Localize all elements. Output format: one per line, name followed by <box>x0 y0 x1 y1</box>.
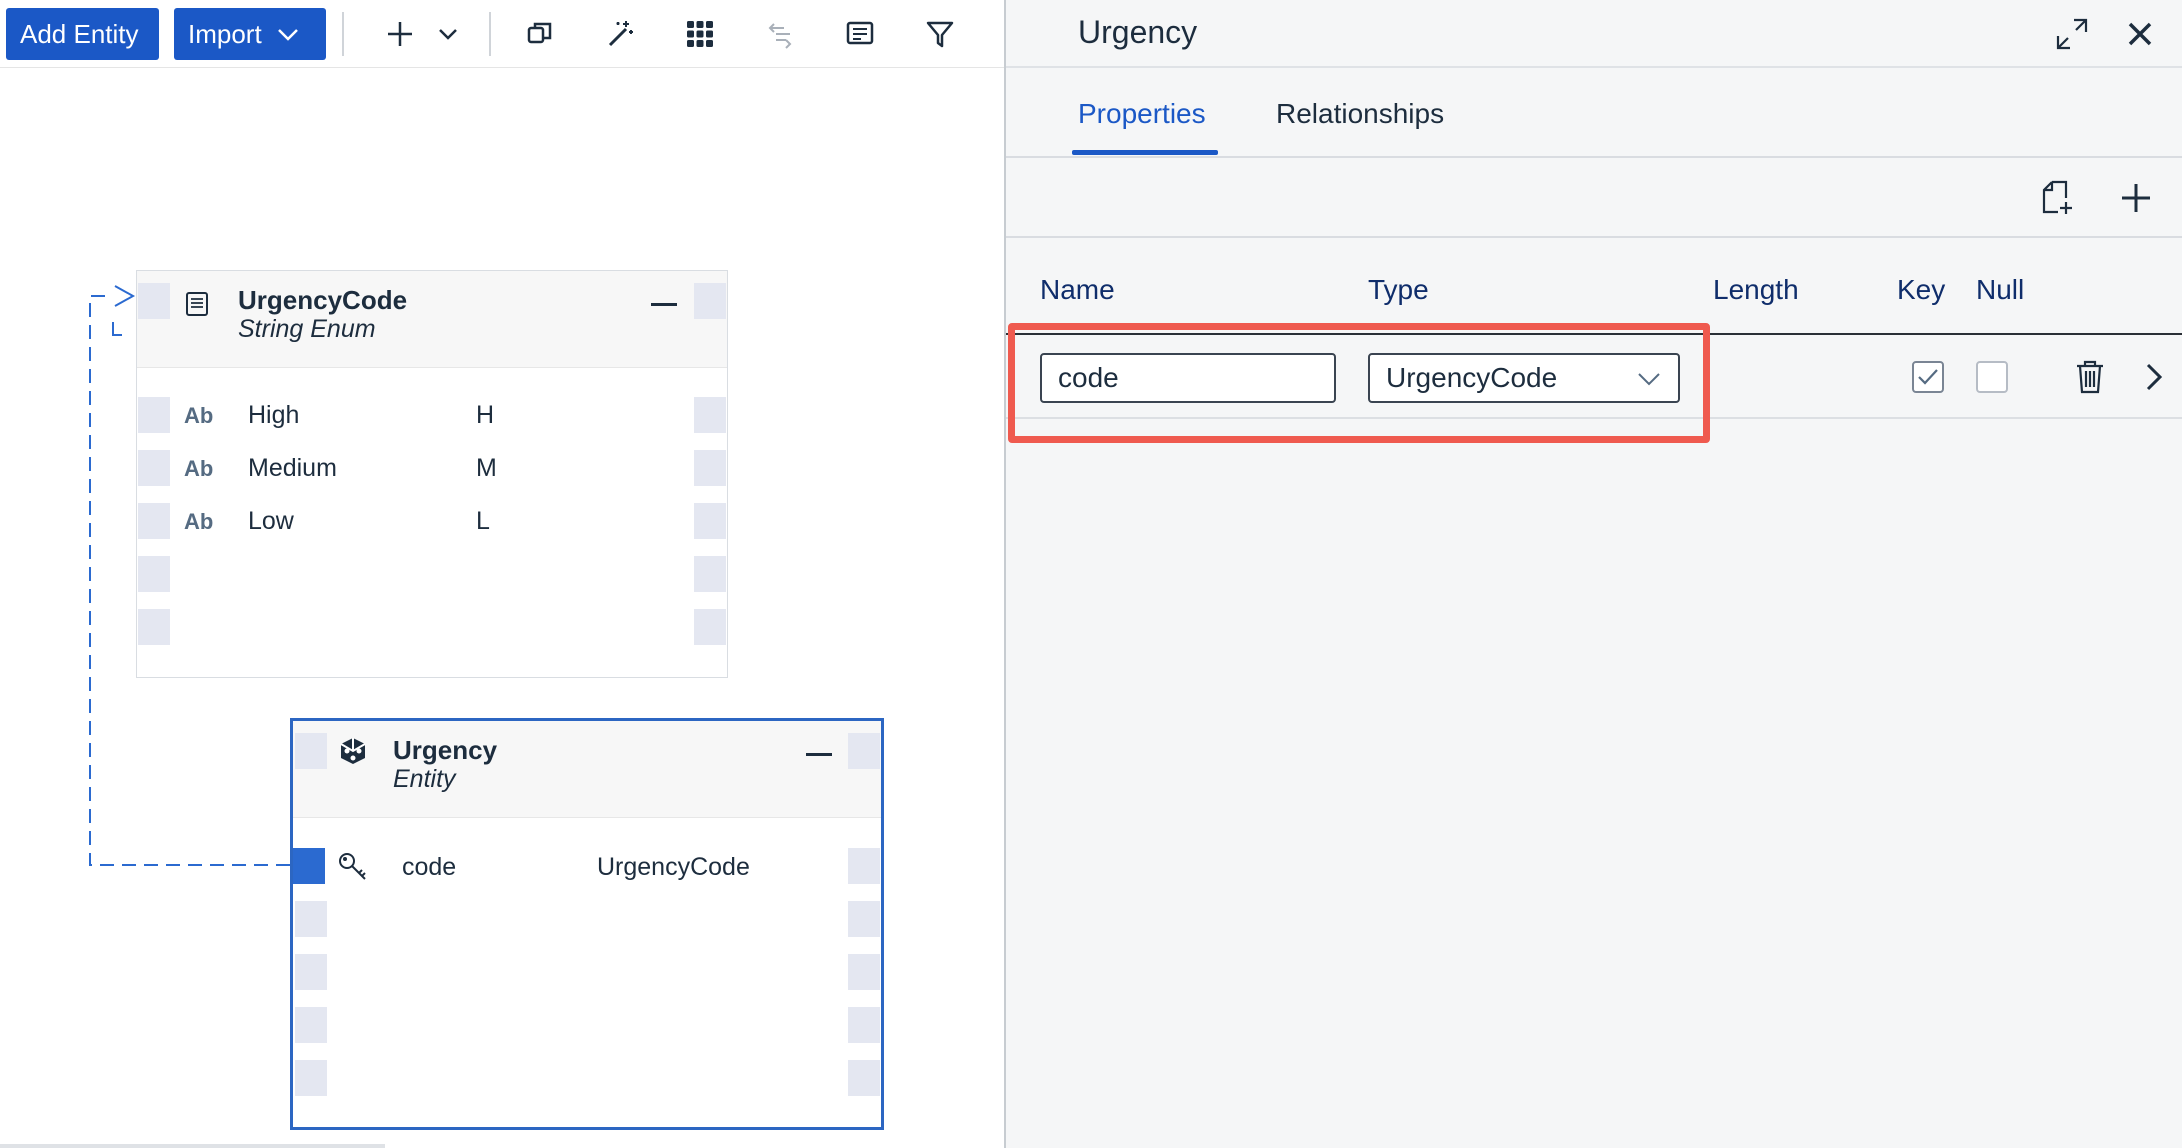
enum-member-value: L <box>476 507 490 535</box>
node-subtitle: String Enum <box>238 315 376 343</box>
enum-list-icon <box>184 291 210 317</box>
port[interactable] <box>848 901 880 937</box>
port[interactable] <box>138 450 170 486</box>
port[interactable] <box>848 1007 880 1043</box>
add-file-icon[interactable] <box>2040 178 2076 218</box>
entity-cube-icon <box>337 735 369 767</box>
port[interactable] <box>694 609 726 645</box>
node-subtitle: Entity <box>393 765 456 793</box>
node-title: Urgency <box>393 735 498 765</box>
column-header-null: Null <box>1976 274 2025 305</box>
port[interactable] <box>694 556 726 592</box>
node-title: UrgencyCode <box>238 285 408 315</box>
port[interactable] <box>138 283 170 319</box>
port[interactable] <box>293 848 325 884</box>
key-checkbox[interactable] <box>1912 361 1944 393</box>
panel-title: Urgency <box>1078 14 1198 50</box>
close-icon[interactable] <box>2124 18 2156 50</box>
port[interactable] <box>295 733 327 769</box>
enum-member-name: Medium <box>248 454 337 482</box>
port[interactable] <box>694 397 726 433</box>
column-header-key: Key <box>1897 274 1946 305</box>
checkmark-icon <box>1918 369 1938 385</box>
port[interactable] <box>138 556 170 592</box>
entity-details-panel: Urgency Properties Relationships Name Ty… <box>1004 0 2182 1148</box>
enum-member-value: H <box>476 401 495 429</box>
panel-tabs: Properties Relationships <box>1006 68 2182 158</box>
active-tab-indicator <box>1072 150 1218 155</box>
string-type-icon: Ab <box>184 509 214 534</box>
port[interactable] <box>848 954 880 990</box>
port[interactable] <box>848 733 880 769</box>
port[interactable] <box>138 503 170 539</box>
horizontal-scrollbar[interactable] <box>0 1144 385 1148</box>
enum-member-name: Low <box>248 507 294 535</box>
string-type-icon: Ab <box>184 456 214 481</box>
string-type-icon: Ab <box>184 403 214 428</box>
node-header: UrgencyCode String Enum <box>137 271 727 368</box>
panel-header: Urgency <box>1006 0 2182 68</box>
attribute-type: UrgencyCode <box>597 853 750 881</box>
enum-node-urgencycode[interactable]: UrgencyCode String Enum Ab High H Ab Med… <box>136 270 728 678</box>
highlight-box <box>1008 323 1710 443</box>
port[interactable] <box>295 1060 327 1096</box>
tab-relationships[interactable]: Relationships <box>1276 98 1444 130</box>
modeler-canvas[interactable]: Add Entity Import UrgencyCode String Enu… <box>0 0 1004 1148</box>
port[interactable] <box>138 397 170 433</box>
column-header-length: Length <box>1713 274 1799 305</box>
key-icon <box>337 851 369 883</box>
collapse-icon[interactable] <box>651 303 677 306</box>
collapse-icon[interactable] <box>806 753 832 756</box>
tab-properties[interactable]: Properties <box>1078 98 1206 130</box>
table-toolbar <box>1006 160 2182 238</box>
enum-member-name: High <box>248 401 300 429</box>
delete-icon[interactable] <box>2074 359 2106 395</box>
null-checkbox[interactable] <box>1976 361 2008 393</box>
attribute-name: code <box>402 853 457 881</box>
column-header-type: Type <box>1368 274 1429 305</box>
port[interactable] <box>694 450 726 486</box>
port[interactable] <box>694 503 726 539</box>
port[interactable] <box>295 1007 327 1043</box>
chevron-right-icon[interactable] <box>2142 361 2166 393</box>
port[interactable] <box>138 609 170 645</box>
entity-node-urgency[interactable]: Urgency Entity code UrgencyCode <box>290 718 884 1130</box>
enum-member-value: M <box>476 454 497 482</box>
port[interactable] <box>295 954 327 990</box>
expand-icon[interactable] <box>2054 16 2090 52</box>
port[interactable] <box>694 283 726 319</box>
plus-icon[interactable] <box>2120 182 2152 214</box>
port[interactable] <box>295 901 327 937</box>
port[interactable] <box>848 1060 880 1096</box>
port[interactable] <box>848 848 880 884</box>
node-header: Urgency Entity <box>293 721 881 818</box>
column-header-name: Name <box>1040 274 1115 305</box>
